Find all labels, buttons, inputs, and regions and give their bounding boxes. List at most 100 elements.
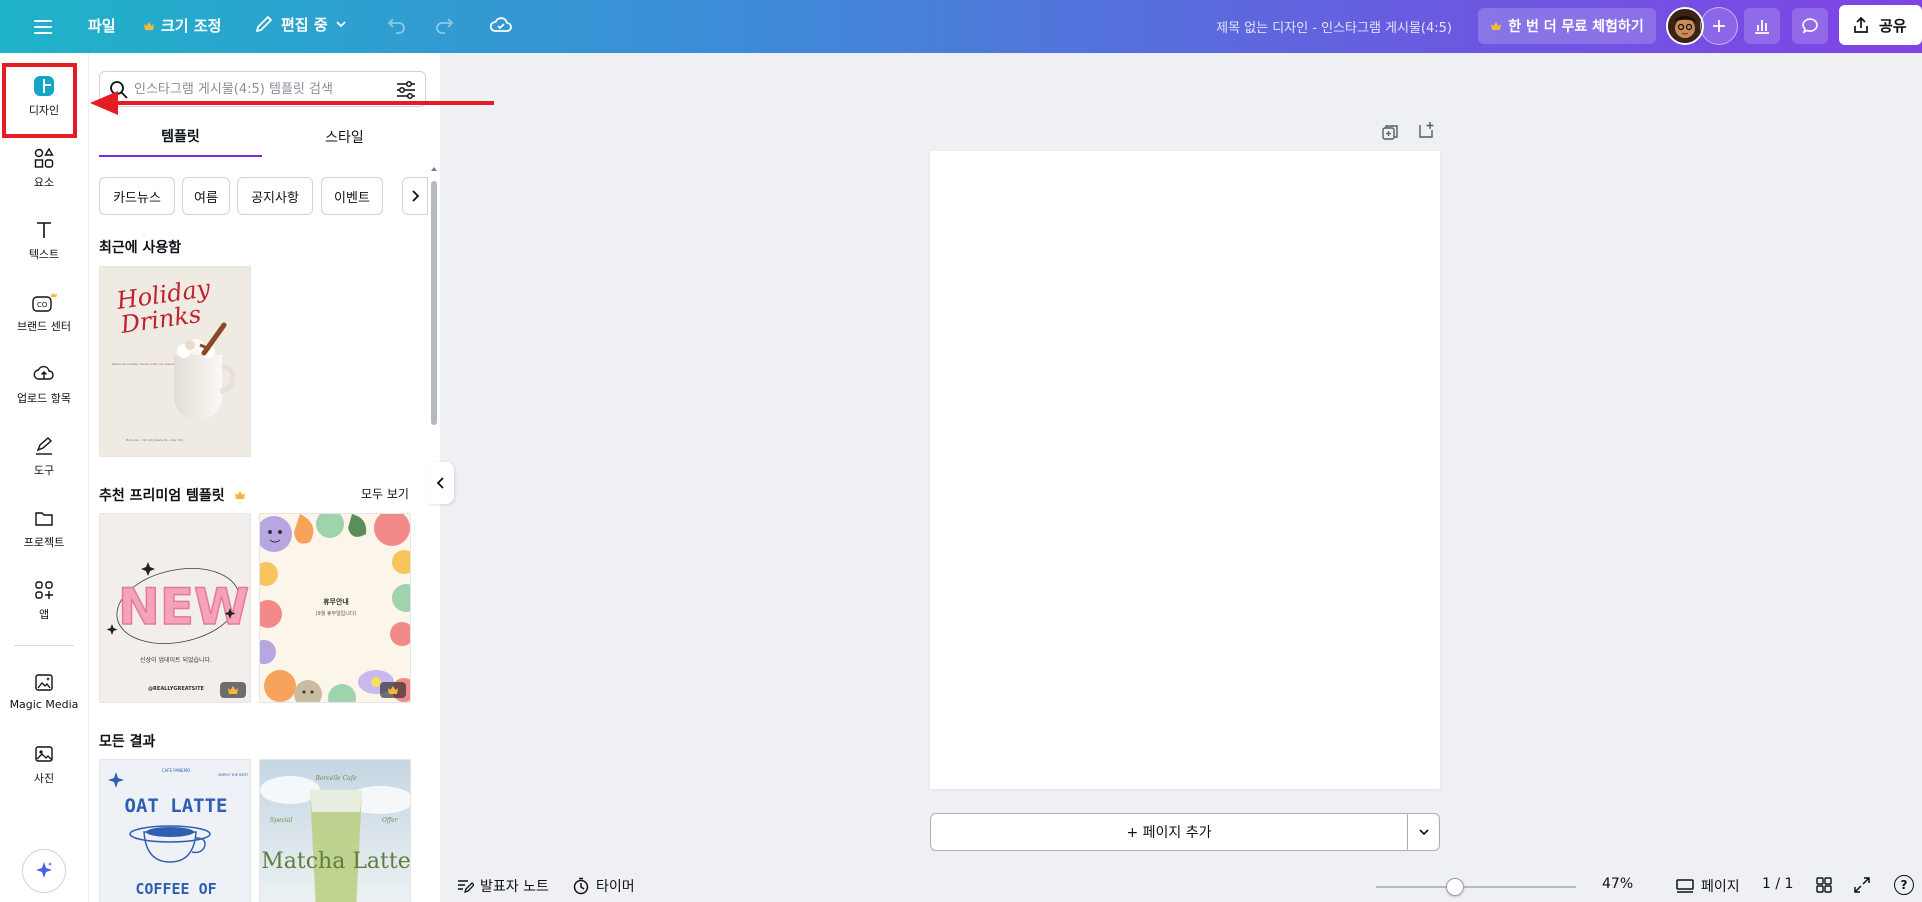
- undo-icon: [387, 18, 405, 34]
- text-icon: [37, 222, 51, 238]
- new-word: NEW: [118, 578, 249, 636]
- rail-item-label: Magic Media: [9, 698, 79, 711]
- document-title[interactable]: 제목 없는 디자인 - 인스타그램 게시물(4:5): [1100, 17, 1452, 36]
- redo-button[interactable]: [432, 13, 456, 37]
- zoom-level[interactable]: 47%: [1602, 876, 1633, 892]
- plus-icon: [1713, 20, 1725, 32]
- menu-button[interactable]: [32, 14, 58, 40]
- rail-item-apps[interactable]: 앱: [0, 571, 88, 633]
- collapse-panel-button[interactable]: [428, 462, 454, 504]
- rail-item-label: 도구: [33, 464, 55, 477]
- fullscreen-button[interactable]: [1853, 876, 1871, 894]
- add-page-options-button[interactable]: [1407, 813, 1440, 851]
- rail-item-uploads[interactable]: 업로드 항목: [0, 355, 88, 417]
- design-canvas-page[interactable]: [930, 151, 1440, 789]
- matcha-offer: Offer: [382, 817, 399, 824]
- template-thumb-oat-latte[interactable]: CAFE PANEMO SIMPLY THE BEST OAT LATTE CO…: [99, 759, 251, 902]
- template-thumb-notice[interactable]: 휴무안내 (9월 휴무일입니다): [259, 513, 411, 703]
- template-thumb-matcha[interactable]: Borcelle Cafe Special Offer Matcha Latte: [259, 759, 411, 902]
- comments-button[interactable]: [1792, 8, 1828, 44]
- chips-next-button[interactable]: [402, 177, 428, 215]
- file-menu-button[interactable]: 파일: [88, 15, 116, 36]
- new-footer: @REALLYGREATSITE: [148, 686, 204, 692]
- help-button[interactable]: ?: [1894, 875, 1914, 895]
- cloud-check-icon: [489, 17, 512, 32]
- tab-styles[interactable]: 스타일: [263, 117, 426, 157]
- rail-item-brand[interactable]: CO 브랜드 센터: [0, 283, 88, 345]
- crown-icon: [228, 686, 238, 694]
- zoom-slider-track[interactable]: [1376, 886, 1576, 888]
- save-status-button[interactable]: [488, 12, 514, 38]
- rail-item-label: 앱: [38, 608, 50, 621]
- expand-icon: [1854, 877, 1870, 893]
- presenter-notes-button[interactable]: 발표자 노트: [456, 876, 549, 896]
- see-all-link[interactable]: 모두 보기: [361, 485, 409, 502]
- invite-button[interactable]: [1700, 7, 1738, 45]
- chevron-right-icon: [412, 190, 420, 202]
- rail-divider: [14, 645, 74, 646]
- notes-icon: [458, 880, 474, 894]
- notice-subtitle: (9월 휴무일입니다): [316, 610, 357, 617]
- rail-item-magic-media[interactable]: Magic Media: [0, 663, 88, 725]
- timer-button[interactable]: 타이머: [572, 876, 635, 896]
- add-page-button[interactable]: + 페이지 추가: [930, 813, 1408, 851]
- folder-icon: [35, 512, 53, 526]
- panel-scrollbar-thumb[interactable]: [431, 181, 437, 425]
- insights-button[interactable]: [1744, 8, 1780, 44]
- category-chips: 카드뉴스 여름 공지사항 이벤트: [99, 177, 429, 217]
- rail-item-label: 브랜드 센터: [16, 320, 72, 333]
- rail-item-label: 사진: [33, 772, 55, 785]
- oat-latte-art: CAFE PANEMO SIMPLY THE BEST OAT LATTE CO…: [108, 768, 249, 898]
- chip-summer[interactable]: 여름: [182, 177, 230, 215]
- pointer-arrow: [90, 91, 494, 115]
- share-icon: [1854, 16, 1868, 33]
- zoom-percent: 47%: [1602, 876, 1634, 892]
- page-counter[interactable]: 1 / 1: [1762, 876, 1793, 892]
- template-thumb-holiday[interactable]: Holiday Drinks share the holiday cheers …: [99, 266, 251, 457]
- edit-mode-label: 편집 중: [281, 15, 328, 34]
- top-bar: 파일 크기 조정 편집 중 제목 없는 디자인 - 인스타그램 게시물(4:5)…: [0, 0, 1922, 53]
- sparkle-icon: [36, 862, 52, 878]
- chevron-down-icon: [1418, 829, 1429, 836]
- chip-card-news[interactable]: 카드뉴스: [99, 177, 175, 215]
- pages-view-button[interactable]: 페이지: [1675, 876, 1740, 896]
- magic-media-icon: [35, 674, 53, 691]
- chip-event[interactable]: 이벤트: [321, 177, 383, 215]
- matcha-special: Special: [270, 817, 292, 824]
- edit-mode-button[interactable]: 편집 중: [253, 13, 348, 35]
- matcha-latte-art: Borcelle Cafe Special Offer Matcha Latte: [260, 760, 410, 902]
- crown-icon: [144, 21, 154, 30]
- notice-title: 휴무안내: [323, 597, 349, 606]
- free-trial-button[interactable]: 한 번 더 무료 체험하기: [1478, 8, 1656, 44]
- rail-item-elements[interactable]: 요소: [0, 139, 88, 201]
- undo-button[interactable]: [385, 13, 409, 37]
- magic-assistant-button[interactable]: [22, 849, 66, 893]
- duplicate-page-icon[interactable]: [1381, 123, 1399, 141]
- zoom-slider-handle[interactable]: [1446, 878, 1465, 896]
- apps-icon: [35, 581, 53, 599]
- avatar[interactable]: [1666, 7, 1704, 45]
- resize-button[interactable]: 크기 조정: [143, 15, 221, 36]
- pencil-icon: [256, 16, 272, 32]
- rail-item-projects[interactable]: 프로젝트: [0, 499, 88, 561]
- free-trial-label: 한 번 더 무료 체험하기: [1508, 19, 1644, 35]
- add-page-icon[interactable]: [1417, 121, 1435, 139]
- rail-item-photos[interactable]: 사진: [0, 735, 88, 797]
- notice-template-art: 휴무안내 (9월 휴무일입니다): [260, 514, 410, 702]
- share-button[interactable]: 공유: [1839, 5, 1922, 45]
- template-thumb-new[interactable]: NEW 신상이 업데이트 되었습니다. @REALLYGREATSITE: [99, 513, 251, 703]
- rail-item-draw[interactable]: 도구: [0, 427, 88, 489]
- svg-text:CO: CO: [37, 301, 48, 309]
- presenter-notes-label: 발표자 노트: [480, 879, 549, 895]
- tab-templates[interactable]: 템플릿: [99, 117, 262, 157]
- pages-icon: [1676, 879, 1694, 893]
- premium-badge: [220, 682, 246, 698]
- rail-item-text[interactable]: 텍스트: [0, 211, 88, 273]
- recent-section-title: 최근에 사용함: [99, 240, 182, 256]
- new-subtitle: 신상이 업데이트 되었습니다.: [140, 656, 212, 664]
- chevron-left-icon: [436, 477, 444, 489]
- grid-view-button[interactable]: [1815, 876, 1833, 894]
- chip-notice[interactable]: 공지사항: [237, 177, 313, 215]
- elements-icon: [34, 147, 54, 168]
- photo-icon: [35, 746, 53, 762]
